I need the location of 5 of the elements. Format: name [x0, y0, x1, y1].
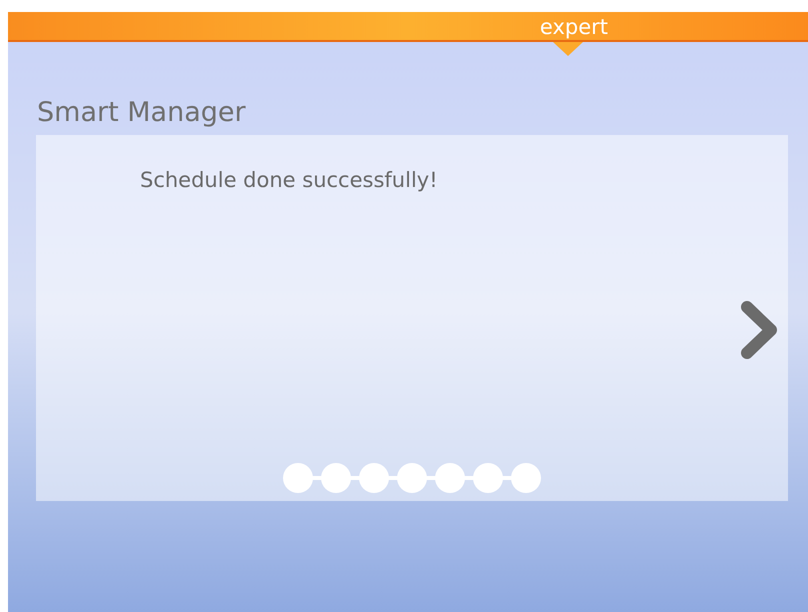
page-title: Smart Manager [37, 96, 247, 130]
pointer-icon [553, 42, 583, 56]
chevron-right-icon [739, 299, 779, 361]
status-message: Schedule done successfully! [140, 167, 438, 194]
mode-label: expert [540, 14, 608, 40]
